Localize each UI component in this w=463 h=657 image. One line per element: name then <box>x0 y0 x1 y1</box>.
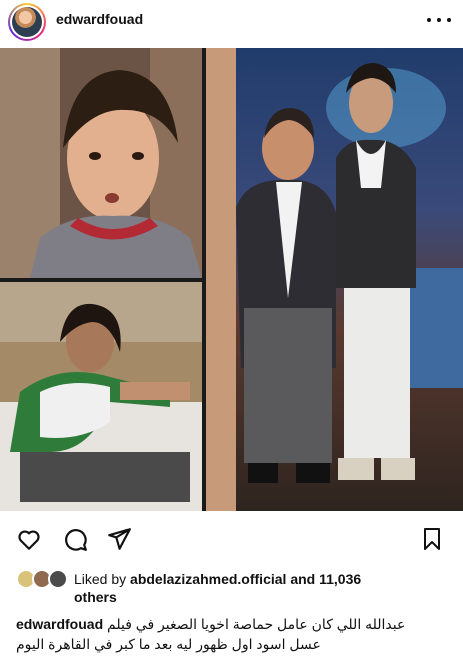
share-icon[interactable] <box>106 526 132 552</box>
avatar[interactable] <box>8 3 46 41</box>
avatar-image <box>12 7 42 37</box>
caption: edwardfouad عبدالله اللي كان عامل حماصة … <box>16 614 456 654</box>
username[interactable]: edwardfouad <box>56 11 143 27</box>
boy-portrait-art <box>0 48 202 278</box>
panel-man-in-bed <box>0 282 202 511</box>
dot <box>427 18 431 22</box>
likes-row: Liked by abdelazizahmed.official and 11,… <box>16 567 456 607</box>
likes-text: Liked by abdelazizahmed.official and 11,… <box>74 570 456 588</box>
liker-avatars[interactable] <box>16 569 72 589</box>
caption-text-2: عسل اسود اول ظهور ليه بعد ما كبر في القا… <box>16 636 321 652</box>
likes-prefix: Liked by <box>74 571 127 587</box>
caption-text-1: عبدالله اللي كان عامل حماصة اخويا الصغير… <box>107 616 406 632</box>
likes-count[interactable]: and 11,036 <box>290 571 361 587</box>
dot <box>447 18 451 22</box>
liker-username[interactable]: abdelazizahmed.official <box>130 571 286 587</box>
avatar-inner <box>10 5 44 39</box>
comment-icon[interactable] <box>62 526 88 552</box>
man-in-bed-art <box>0 282 202 511</box>
caption-line-2: عسل اسود اول ظهور ليه بعد ما كبر في القا… <box>16 634 456 654</box>
dot <box>437 18 441 22</box>
two-men-standing-art <box>206 48 463 511</box>
bookmark-icon[interactable] <box>420 526 444 552</box>
post-image[interactable] <box>0 48 463 511</box>
caption-username[interactable]: edwardfouad <box>16 616 103 632</box>
action-bar <box>0 522 463 556</box>
likes-others[interactable]: others <box>74 589 117 605</box>
avatar <box>48 569 68 589</box>
more-options-icon[interactable] <box>427 10 451 30</box>
caption-line-1: edwardfouad عبدالله اللي كان عامل حماصة … <box>16 614 456 634</box>
panel-boy-portrait <box>0 48 202 278</box>
post-header: edwardfouad <box>0 0 463 42</box>
panel-two-men-standing <box>206 48 463 511</box>
heart-icon[interactable] <box>16 526 42 552</box>
